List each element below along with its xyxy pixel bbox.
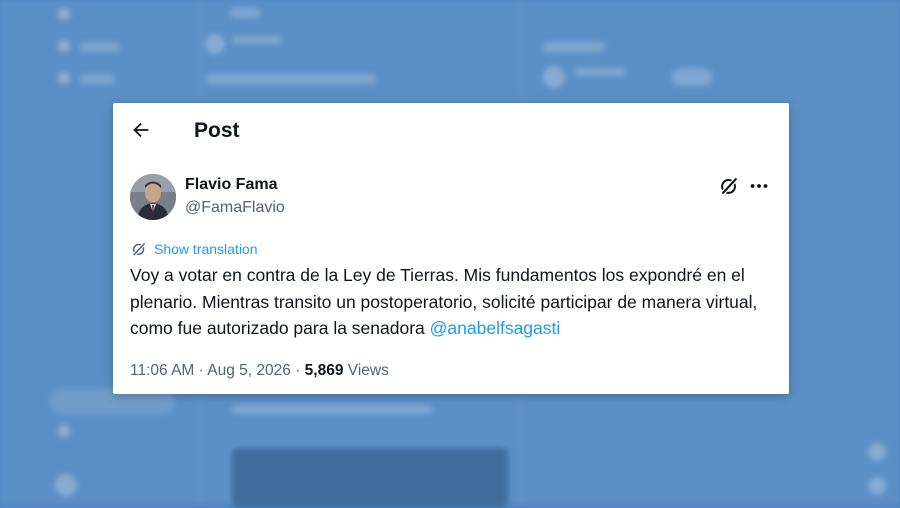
bg-follow-button bbox=[672, 68, 712, 86]
grok-icon[interactable] bbox=[718, 175, 740, 197]
bg-block bbox=[205, 74, 375, 84]
bg-avatar bbox=[55, 474, 77, 496]
post-meta: 11:06 AM · Aug 5, 2026 · 5,869 Views bbox=[130, 362, 389, 380]
translate-icon bbox=[131, 241, 147, 257]
back-arrow-icon[interactable] bbox=[130, 119, 152, 141]
bg-block bbox=[543, 42, 605, 52]
author-handle[interactable]: @FamaFlavio bbox=[185, 199, 285, 217]
bg-avatar bbox=[205, 34, 225, 54]
post-time[interactable]: 11:06 AM bbox=[130, 362, 194, 379]
meta-separator: · bbox=[194, 362, 208, 379]
bg-nav-dot bbox=[58, 72, 70, 84]
views-label: Views bbox=[343, 362, 389, 379]
avatar-photo bbox=[130, 174, 176, 220]
bg-block bbox=[575, 68, 625, 76]
show-translation-label[interactable]: Show translation bbox=[154, 241, 258, 257]
bg-nav-row bbox=[80, 42, 120, 52]
bg-block bbox=[232, 36, 282, 44]
avatar[interactable] bbox=[130, 174, 176, 220]
mention-link[interactable]: @anabelfsagasti bbox=[430, 318, 561, 338]
bg-nav-dot bbox=[58, 425, 70, 437]
views-count: 5,869 bbox=[304, 362, 344, 379]
bg-avatar bbox=[543, 66, 565, 88]
bg-float-button bbox=[868, 477, 886, 495]
bg-nav-row bbox=[80, 74, 116, 84]
post-card: Post Flavio Fama @FamaFlavio Show transl… bbox=[113, 103, 789, 394]
bg-block bbox=[230, 8, 260, 18]
bg-nav-dot bbox=[58, 40, 70, 52]
bg-float-button bbox=[868, 443, 886, 461]
show-translation-link[interactable]: Show translation bbox=[130, 239, 258, 259]
page-title: Post bbox=[194, 119, 240, 142]
bg-image bbox=[232, 448, 508, 508]
more-dots-icon[interactable] bbox=[749, 175, 769, 197]
author-display-name[interactable]: Flavio Fama bbox=[185, 176, 277, 194]
bg-block bbox=[232, 404, 432, 414]
post-date[interactable]: Aug 5, 2026 bbox=[207, 362, 291, 379]
meta-separator: · bbox=[290, 362, 305, 379]
bg-nav-dot bbox=[58, 8, 70, 20]
post-text: Voy a votar en contra de la Ley de Tierr… bbox=[130, 262, 780, 342]
